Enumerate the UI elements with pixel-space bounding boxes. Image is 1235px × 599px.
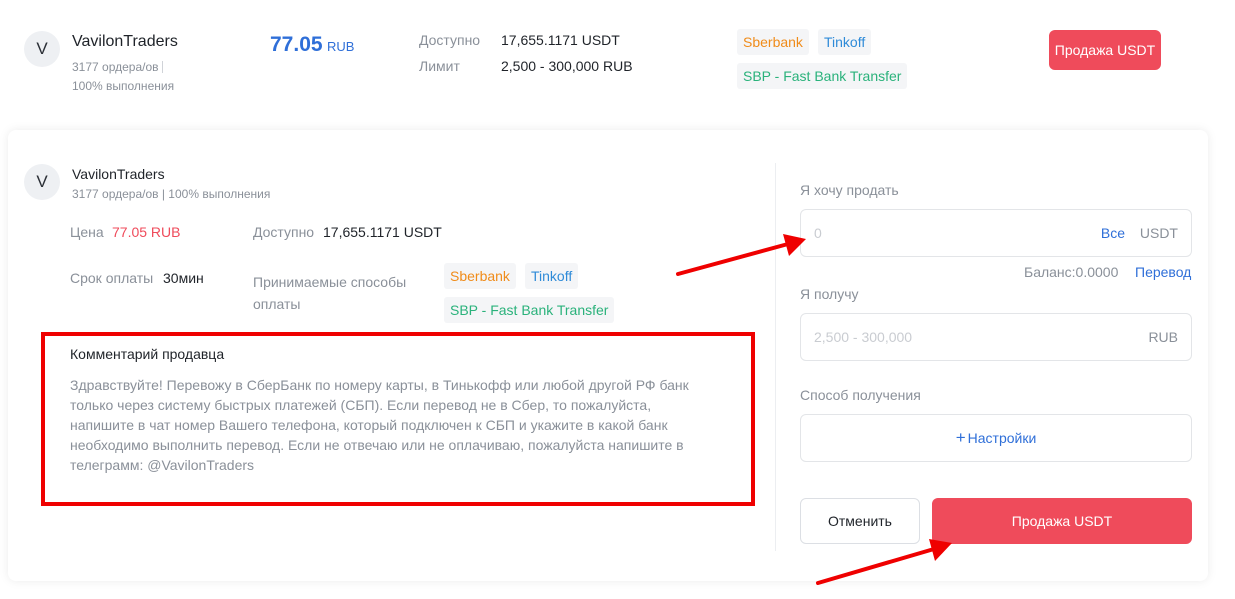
merchant-completion: 100% выполнения xyxy=(72,79,175,93)
order-method-tag-sbp: SBP - Fast Bank Transfer xyxy=(444,297,615,323)
cancel-button[interactable]: Отменить xyxy=(800,498,920,544)
order-merchant-avatar: V xyxy=(24,164,60,200)
term-value: 30мин xyxy=(163,270,204,286)
merchant-avatar: V xyxy=(24,31,60,67)
methods-label-2: оплаты xyxy=(253,296,301,312)
sell-all-button[interactable]: Все xyxy=(1101,225,1125,241)
receive-method-label: Способ получения xyxy=(800,387,921,403)
card-divider xyxy=(775,163,776,551)
comment-line: Здравствуйте! Перевожу в СберБанк по ном… xyxy=(70,377,689,393)
order-available-value: 17,655.1171 USDT xyxy=(323,224,442,240)
listing-sell-button[interactable]: Продажа USDT xyxy=(1049,30,1161,70)
price-label: Цена xyxy=(70,224,104,240)
available-label: Доступно xyxy=(419,32,481,48)
available-value: 17,655.1171 USDT xyxy=(501,32,620,48)
transfer-link[interactable]: Перевод xyxy=(1135,264,1191,280)
limit-value: 2,500 - 300,000 RUB xyxy=(501,58,633,74)
plus-icon: + xyxy=(955,428,966,447)
sell-currency: USDT xyxy=(1139,225,1178,241)
comment-line: только через систему быстрых платежей (С… xyxy=(70,397,652,413)
comment-title: Комментарий продавца xyxy=(70,346,225,362)
sell-amount-input[interactable]: 0 Все USDT xyxy=(800,209,1192,257)
comment-line: напишите в чат номер Вашего телефона, ко… xyxy=(70,417,668,433)
comment-line: телеграмм: @VavilonTraders xyxy=(70,457,255,473)
order-merchant-stats: 3177 ордера/ов | 100% выполнения xyxy=(72,187,271,201)
order-price-value: 77.05 RUB xyxy=(112,224,181,240)
method-tag-sbp: SBP - Fast Bank Transfer xyxy=(737,63,908,89)
receive-amount-input[interactable]: 2,500 - 300,000 RUB xyxy=(800,313,1192,361)
limit-label: Лимит xyxy=(419,58,460,74)
submit-sell-button[interactable]: Продажа USDT xyxy=(932,498,1192,544)
term-label: Срок оплаты xyxy=(70,270,154,286)
comment-text: Здравствуйте! Перевожу в СберБанк по ном… xyxy=(70,375,689,475)
receive-amount-placeholder: 2,500 - 300,000 xyxy=(814,329,913,345)
methods-label: Принимаемые способы xyxy=(253,274,407,290)
listing-price: 77.05 RUB xyxy=(270,33,354,57)
sell-amount-placeholder: 0 xyxy=(814,225,822,241)
sell-amount-label: Я хочу продать xyxy=(800,182,899,198)
price-value: 77.05 xyxy=(270,33,323,56)
receive-currency: RUB xyxy=(1148,329,1178,345)
order-merchant-name[interactable]: VavilonTraders xyxy=(72,166,165,182)
merchant-name[interactable]: VavilonTraders xyxy=(72,33,178,51)
receive-label: Я получу xyxy=(800,286,859,302)
method-tag-tinkoff: Tinkoff xyxy=(818,29,872,55)
settings-button[interactable]: + Настройки xyxy=(800,414,1192,462)
method-tag-sberbank: Sberbank xyxy=(737,29,809,55)
order-method-tag-sberbank: Sberbank xyxy=(444,263,516,289)
order-method-tag-tinkoff: Tinkoff xyxy=(525,263,579,289)
merchant-orders: 3177 ордера/ов xyxy=(72,60,163,74)
order-available-label: Доступно xyxy=(253,224,315,240)
price-currency: RUB xyxy=(327,39,355,54)
comment-line: необходимо выполнить перевод. Если не от… xyxy=(70,437,684,453)
settings-label: Настройки xyxy=(967,430,1037,446)
balance-text: Баланс:0.0000 xyxy=(1024,264,1119,280)
